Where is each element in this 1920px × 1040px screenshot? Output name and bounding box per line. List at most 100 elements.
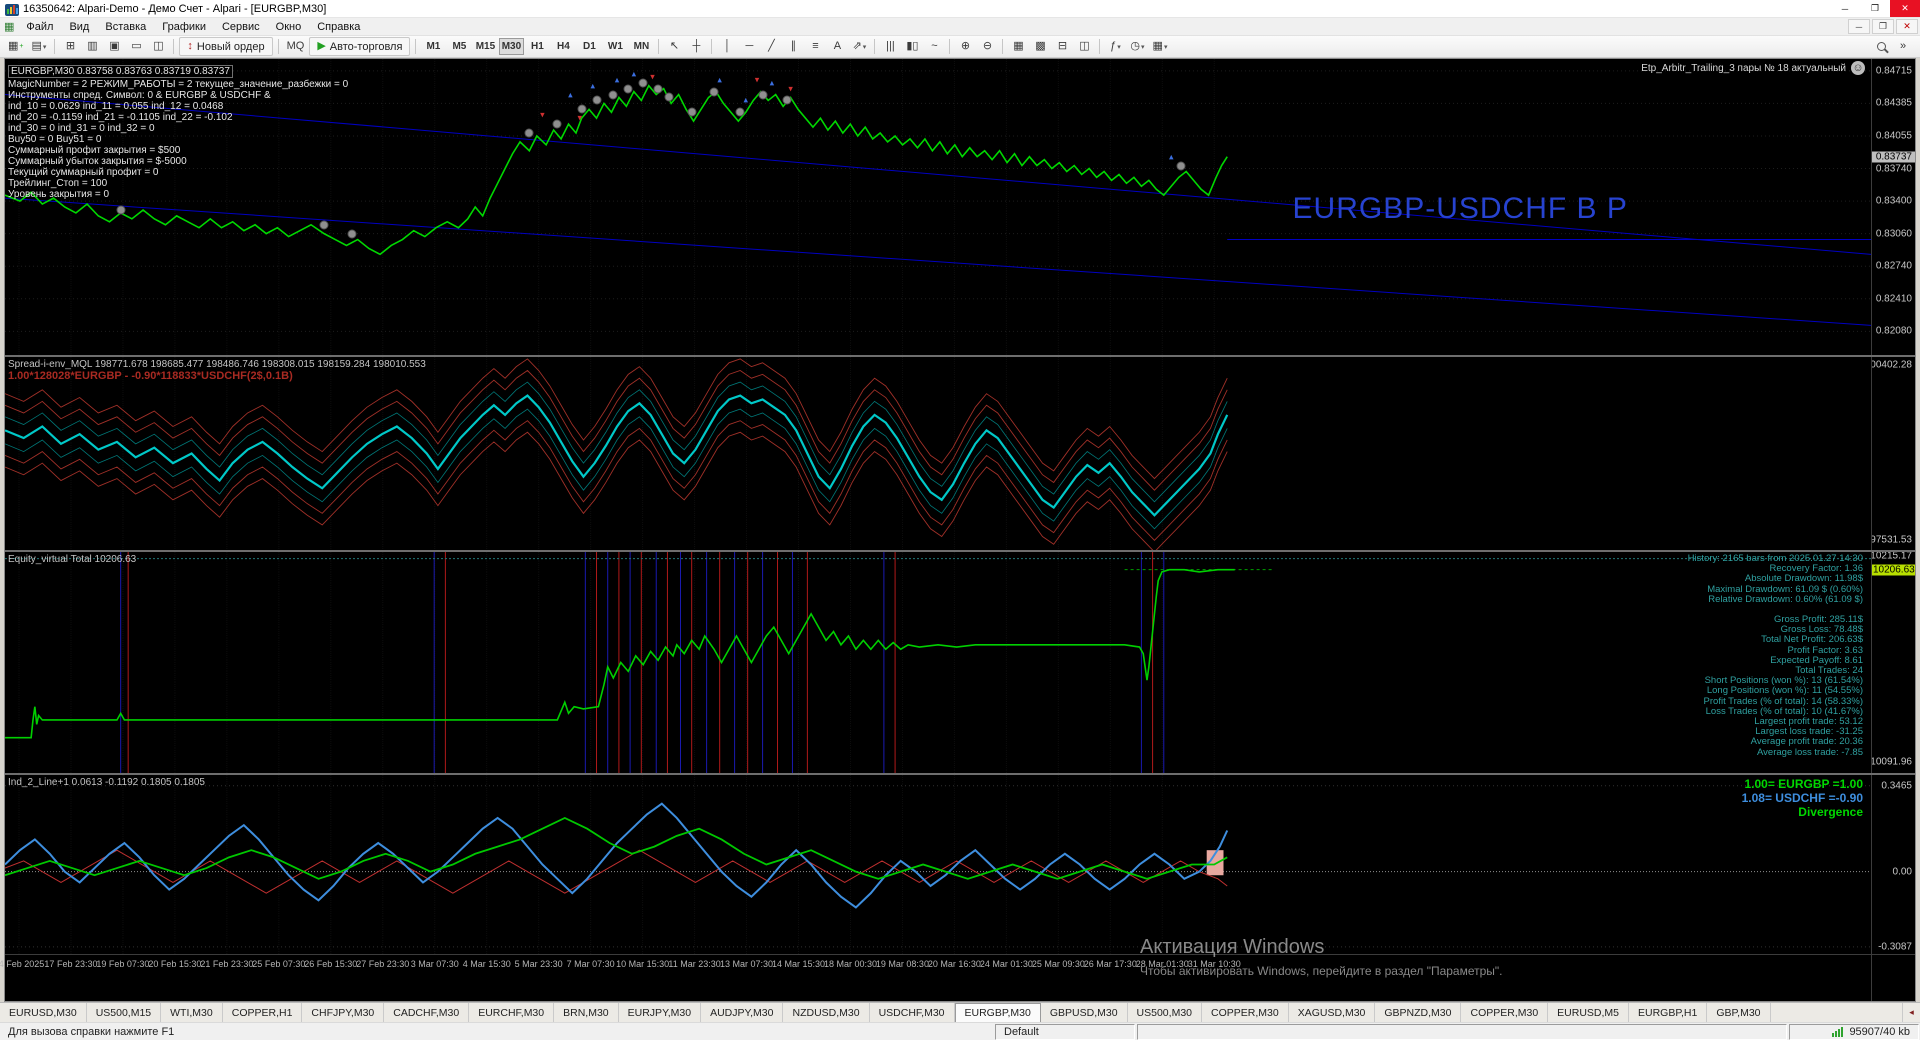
menu-item-справка[interactable]: Справка: [309, 18, 368, 35]
indicators-button[interactable]: ƒ ▾: [1105, 37, 1125, 56]
time-axis-label: 11 Mar 23:30: [668, 959, 721, 969]
chart-tab-brn-m30[interactable]: BRN,M30: [554, 1003, 619, 1022]
timeframe-h1-button[interactable]: H1: [525, 38, 550, 55]
menu-item-файл[interactable]: Файл: [18, 18, 61, 35]
chart-tab-us500-m30[interactable]: US500,M30: [1128, 1003, 1202, 1022]
chart-tab-wti-m30[interactable]: WTI,M30: [161, 1003, 223, 1022]
timeframe-m1-button[interactable]: M1: [421, 38, 446, 55]
oscillator-legend-line: Divergence: [1798, 805, 1863, 819]
chart-tab-eurchf-m30[interactable]: EURCHF,M30: [469, 1003, 555, 1022]
timeframe-m5-button[interactable]: M5: [447, 38, 472, 55]
cursor-button[interactable]: ↖: [664, 37, 684, 56]
menu-item-сервис[interactable]: Сервис: [214, 18, 268, 35]
line-chart-button[interactable]: ~: [924, 37, 944, 56]
chart-profiles-button[interactable]: ▤ ▾: [29, 37, 50, 56]
price-scale-label: 197531.53: [1872, 534, 1912, 546]
child-minimize-button[interactable]: ─: [1848, 19, 1870, 34]
restore-button[interactable]: ❐: [1860, 0, 1890, 17]
bar-chart-button[interactable]: |||: [880, 37, 900, 56]
spread-scale[interactable]: 200402.28 197531.53: [1871, 357, 1915, 550]
chart-tab-eurusd-m5[interactable]: EURUSD,M5: [1548, 1003, 1630, 1022]
market-watch-button[interactable]: ⊞: [60, 37, 80, 56]
price-chart-area[interactable]: ▴ ▴ ▴ ▴ ▴ ▴ ▴ ▴ ▾ ▾ ▾ ▾ ▾ EURGBP,M30 0.83758 0.83763…: [5, 59, 1871, 355]
tile-vertical-button[interactable]: ◫: [1074, 37, 1094, 56]
expert-smiley-icon[interactable]: ☺: [1851, 61, 1865, 75]
child-restore-button[interactable]: ❐: [1872, 19, 1894, 34]
menu-item-вид[interactable]: Вид: [61, 18, 97, 35]
chart-tab-eurusd-m30[interactable]: EURUSD,M30: [0, 1003, 87, 1022]
tile-windows-button[interactable]: ▦: [1008, 37, 1028, 56]
chart-tab-nzdusd-m30[interactable]: NZDUSD,M30: [783, 1003, 870, 1022]
chart-tab-xagusd-m30[interactable]: XAGUSD,M30: [1289, 1003, 1376, 1022]
tile-vertical-icon: ◫: [1079, 40, 1090, 52]
timeframe-d1-button[interactable]: D1: [577, 38, 602, 55]
oscillator-chart-area[interactable]: Ind_2_Line+1 0.0613 -0.1192 0.1805 0.180…: [5, 775, 1871, 954]
chart-tab-copper-h1[interactable]: COPPER,H1: [223, 1003, 303, 1022]
chart-tab-copper-m30[interactable]: COPPER,M30: [1461, 1003, 1549, 1022]
child-close-button[interactable]: ✕: [1896, 19, 1918, 34]
data-window-button[interactable]: ▥: [82, 37, 102, 56]
menu-item-графики[interactable]: Графики: [154, 18, 214, 35]
timeframe-w1-button[interactable]: W1: [603, 38, 628, 55]
text-button[interactable]: A: [827, 37, 847, 56]
chart-tab-eurgbp-m30[interactable]: EURGBP,M30: [954, 1003, 1041, 1022]
toolbar-overflow-button[interactable]: »: [1893, 37, 1913, 56]
chart-tab-gbpusd-m30[interactable]: GBPUSD,M30: [1041, 1003, 1128, 1022]
templates-button[interactable]: ▦ ▾: [1150, 37, 1171, 56]
toolbar-separator: [949, 39, 951, 54]
horizontal-line-button[interactable]: ─: [739, 37, 759, 56]
status-help-text: Для вызова справки нажмите F1: [8, 1025, 175, 1038]
new-order-button[interactable]: ↕ Новый ордер: [179, 37, 273, 56]
timeframe-m15-button[interactable]: M15: [473, 38, 498, 55]
timeframe-mn-button[interactable]: MN: [629, 38, 654, 55]
trendline-button[interactable]: ╱: [761, 37, 781, 56]
time-axis[interactable]: 14 Feb 202517 Feb 23:3019 Feb 07:3020 Fe…: [0, 954, 1871, 1001]
close-button[interactable]: ✕: [1890, 0, 1920, 17]
navigator-button[interactable]: ▣: [104, 37, 124, 56]
tile-horizontal-button[interactable]: ⊟: [1052, 37, 1072, 56]
arrows-button[interactable]: ⇗ ▾: [849, 37, 869, 56]
chart-window-icon[interactable]: ▦: [4, 20, 14, 33]
candlestick-button[interactable]: ▮▯: [902, 37, 922, 56]
status-profile[interactable]: Default: [995, 1023, 1135, 1040]
chart-tab-cadchf-m30[interactable]: CADCHF,M30: [384, 1003, 470, 1022]
timeframe-m30-button[interactable]: M30: [498, 38, 524, 55]
chart-tab-copper-m30[interactable]: COPPER,M30: [1202, 1003, 1289, 1022]
chart-tab-eurgbp-h1[interactable]: EURGBP,H1: [1629, 1003, 1708, 1022]
chart-tab-us500-m15[interactable]: US500,M15: [87, 1003, 162, 1022]
oscillator-scale[interactable]: 0.3465 0.00 -0.3087: [1871, 775, 1915, 954]
equity-scale[interactable]: 10215.17 10091.96 10206.63: [1871, 552, 1915, 773]
cascade-button[interactable]: ▩: [1030, 37, 1050, 56]
menu-items: Файл Вид Вставка Графики Сервис Окно Справка: [18, 18, 368, 35]
chart-tab-usdchf-m30[interactable]: USDCHF,M30: [870, 1003, 955, 1022]
tab-scroll-button[interactable]: ◂: [1902, 1003, 1920, 1022]
channel-button[interactable]: ∥: [783, 37, 803, 56]
chart-tab-eurjpy-m30[interactable]: EURJPY,M30: [619, 1003, 702, 1022]
new-chart-button[interactable]: ▦ +: [5, 37, 27, 56]
zoom-in-button[interactable]: ⊕: [955, 37, 975, 56]
minimize-button[interactable]: ─: [1830, 0, 1860, 17]
toolbar-search-button[interactable]: [1871, 37, 1891, 56]
chart-tab-audjpy-m30[interactable]: AUDJPY,M30: [701, 1003, 784, 1022]
zoom-out-button[interactable]: ⊖: [977, 37, 997, 56]
ea-info-line: Суммарный профит закрытия = $500: [8, 145, 181, 156]
menu-item-вставка[interactable]: Вставка: [97, 18, 154, 35]
timeframe-h4-button[interactable]: H4: [551, 38, 576, 55]
chart-tab-chfjpy-m30[interactable]: CHFJPY,M30: [302, 1003, 385, 1022]
strategy-tester-button[interactable]: ◫: [148, 37, 168, 56]
chart-tab-gbp-m30[interactable]: GBP,M30: [1707, 1003, 1771, 1022]
metaeditor-button[interactable]: MQ: [284, 37, 308, 56]
menu-item-окно[interactable]: Окно: [268, 18, 310, 35]
price-scale[interactable]: 0.84715 0.84385 0.84055 0.83740 0.83400 0.830…: [1871, 59, 1915, 355]
terminal-button[interactable]: ▭: [126, 37, 146, 56]
vertical-line-button[interactable]: │: [717, 37, 737, 56]
oscillator-indicator-label: Ind_2_Line+1 0.0613 -0.1192 0.1805 0.180…: [8, 777, 205, 788]
autotrade-button[interactable]: ▶ Авто-торговля: [309, 37, 411, 56]
periods-button[interactable]: ◷ ▾: [1127, 37, 1147, 56]
chart-ohlc-label: EURGBP,M30 0.83758 0.83763 0.83719 0.837…: [8, 65, 233, 78]
chart-tab-gbpnzd-m30[interactable]: GBPNZD,M30: [1375, 1003, 1462, 1022]
crosshair-button[interactable]: ┼: [686, 37, 706, 56]
fibonacci-button[interactable]: ≡: [805, 37, 825, 56]
equity-chart-area[interactable]: Equity_virtual Total 10206.63 History: 2…: [5, 552, 1871, 773]
spread-chart-area[interactable]: Spread-i-env_MQL 198771.678 198685.477 1…: [5, 357, 1871, 550]
